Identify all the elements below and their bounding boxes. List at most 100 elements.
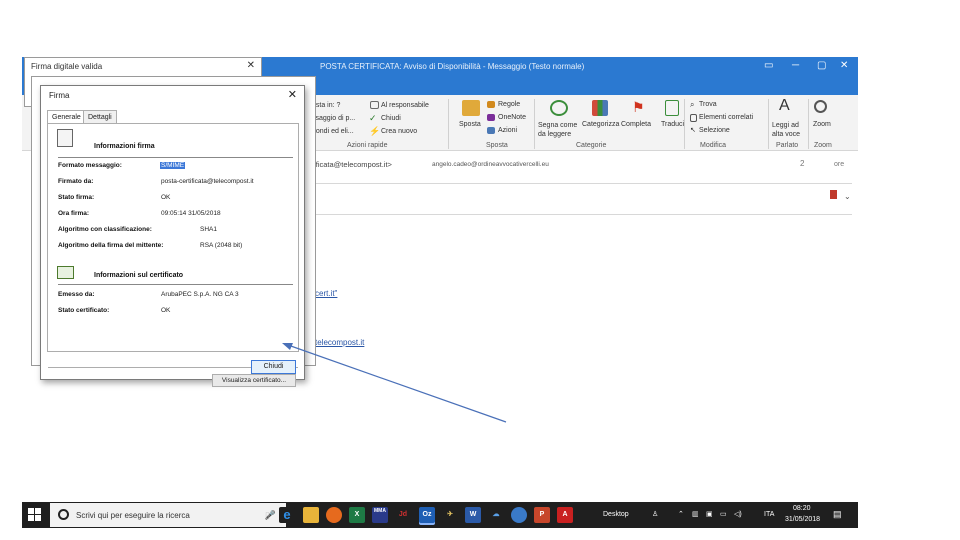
field-label: Algoritmo della firma del mittente: <box>58 242 164 249</box>
tab-details[interactable]: Dettagli <box>83 110 117 124</box>
field-value: OK <box>161 194 171 201</box>
search-box[interactable]: Scrivi qui per eseguire la ricerca 🎤 <box>50 503 286 527</box>
close-button[interactable]: Chiudi <box>251 360 296 374</box>
signature-icon <box>57 129 73 147</box>
categorize-button[interactable]: Categorizza <box>582 121 619 128</box>
person-icon[interactable]: ♙ <box>652 510 658 518</box>
ribbon-respond-item[interactable]: osta in: ? <box>312 102 340 109</box>
dialog-title: Firma <box>49 91 70 100</box>
ribbon-respond-item[interactable]: ssaggio di p... <box>312 115 355 122</box>
ribbon-respond-item[interactable]: pondi ed eli... <box>312 128 354 135</box>
field-value[interactable]: S/MIME <box>160 162 186 169</box>
categorize-icon <box>592 100 608 116</box>
mark-unread-icon <box>550 100 568 116</box>
group-label: Sposta <box>486 142 508 149</box>
zoom-icon <box>814 100 827 113</box>
ribbon-separator <box>448 99 449 149</box>
maximize-icon[interactable]: ▢ <box>817 60 826 71</box>
chevron-down-icon[interactable]: ⌄ <box>844 192 851 201</box>
close-icon[interactable]: ✕ <box>840 60 848 71</box>
battery-icon[interactable]: ▭ <box>720 510 727 518</box>
message-count: 2 <box>800 159 805 168</box>
outlook-icon[interactable]: Oz <box>419 507 435 523</box>
related-icon <box>690 114 697 122</box>
language-indicator[interactable]: ITA <box>764 511 774 518</box>
onenote-icon <box>487 114 495 121</box>
move-button[interactable]: Sposta <box>459 121 481 128</box>
header-divider <box>312 183 852 184</box>
clock-time[interactable]: 08:20 <box>793 505 811 512</box>
clock-date[interactable]: 31/05/2018 <box>785 516 820 523</box>
general-panel: Informazioni firma Formato messaggio: S/… <box>47 123 299 387</box>
onedrive-icon[interactable]: ☁ <box>488 507 504 523</box>
find-button[interactable]: Trova <box>699 101 717 108</box>
close-icon[interactable]: ✕ <box>247 60 255 71</box>
quick-step-close[interactable]: Chiudi <box>381 115 401 122</box>
section-divider <box>58 284 293 285</box>
body-link[interactable]: telecompost.it <box>315 338 364 347</box>
field-label: Stato firma: <box>58 194 95 201</box>
minimize-icon[interactable]: ─ <box>792 60 799 71</box>
mark-unread-button[interactable]: Segna come da leggere <box>538 121 582 139</box>
rules-button[interactable]: Regole <box>498 101 520 108</box>
header-divider <box>312 214 852 215</box>
rules-icon <box>487 101 495 108</box>
firefox-icon[interactable] <box>326 507 342 523</box>
edge-icon[interactable]: e <box>279 507 295 523</box>
notifications-icon[interactable]: ▤ <box>833 509 842 520</box>
translate-button[interactable]: Traduci <box>661 121 684 128</box>
ribbon-separator <box>808 99 809 149</box>
translate-icon <box>665 100 679 116</box>
onenote-button[interactable]: OneNote <box>498 114 526 121</box>
group-label: Categorie <box>576 142 607 149</box>
quick-step-new[interactable]: Crea nuovo <box>381 128 417 135</box>
windows-start-icon[interactable] <box>28 508 42 522</box>
group-label: Zoom <box>814 142 832 149</box>
actions-button[interactable]: Azioni <box>498 127 517 134</box>
related-button[interactable]: Elementi correlati <box>699 114 753 121</box>
complete-button[interactable]: Completa <box>621 121 651 128</box>
zoom-button[interactable]: Zoom <box>813 121 831 128</box>
close-icon[interactable]: ✕ <box>288 88 297 101</box>
field-value: SHA1 <box>200 226 217 233</box>
body-link[interactable]: cert.it" <box>315 289 337 298</box>
sender-address: tificata@telecompost.it> <box>312 160 392 169</box>
app-icon[interactable]: ✈ <box>442 507 458 523</box>
taskbar: Scrivi qui per eseguire la ricerca 🎤 ▯ e… <box>22 502 858 528</box>
file-explorer-icon[interactable] <box>303 507 319 523</box>
read-aloud-button[interactable]: Leggi ad alta voce <box>772 121 806 139</box>
desktop-toolbar[interactable]: Desktop <box>603 511 629 518</box>
field-label: Firmato da: <box>58 178 94 185</box>
excel-icon[interactable]: X <box>349 507 365 523</box>
acrobat-icon[interactable]: Jd <box>395 507 411 523</box>
ribbon-separator <box>534 99 535 149</box>
flag-marker-icon[interactable] <box>830 190 837 199</box>
volume-icon[interactable]: ◁) <box>734 510 742 518</box>
word-icon[interactable]: W <box>465 507 481 523</box>
search-placeholder: Scrivi qui per eseguire la ricerca <box>76 511 190 520</box>
acrobat-reader-icon[interactable]: A <box>557 507 573 523</box>
powerpoint-icon[interactable]: P <box>534 507 550 523</box>
task-view-icon[interactable]: ▯ <box>265 510 270 521</box>
field-value: ArubaPEC S.p.A. NG CA 3 <box>161 291 239 298</box>
field-value: 09:05:14 31/05/2018 <box>161 210 221 217</box>
field-label: Formato messaggio: <box>58 162 122 169</box>
read-aloud-icon: A <box>779 97 790 114</box>
field-label: Emesso da: <box>58 291 95 298</box>
check-icon: ✓ <box>369 113 377 123</box>
network-icon[interactable]: ▥ <box>692 510 699 518</box>
cortana-icon <box>58 509 69 520</box>
group-label: Azioni rapide <box>347 142 388 149</box>
quick-step-responsible[interactable]: Al responsabile <box>381 102 429 109</box>
signature-section-title: Informazioni firma <box>94 143 155 150</box>
field-label: Stato certificato: <box>58 307 110 314</box>
mma-icon[interactable]: MMA <box>372 507 388 523</box>
keyboard-icon[interactable]: ▣ <box>706 510 713 518</box>
actions-icon <box>487 127 495 134</box>
view-certificate-button[interactable]: Visualizza certificato... <box>212 374 296 387</box>
ribbon-display-icon[interactable]: ▭ <box>764 60 773 71</box>
select-button[interactable]: Selezione <box>699 127 730 134</box>
chevron-up-icon[interactable]: ⌃ <box>678 510 684 518</box>
field-value: OK <box>161 307 171 314</box>
chrome-icon[interactable] <box>511 507 527 523</box>
